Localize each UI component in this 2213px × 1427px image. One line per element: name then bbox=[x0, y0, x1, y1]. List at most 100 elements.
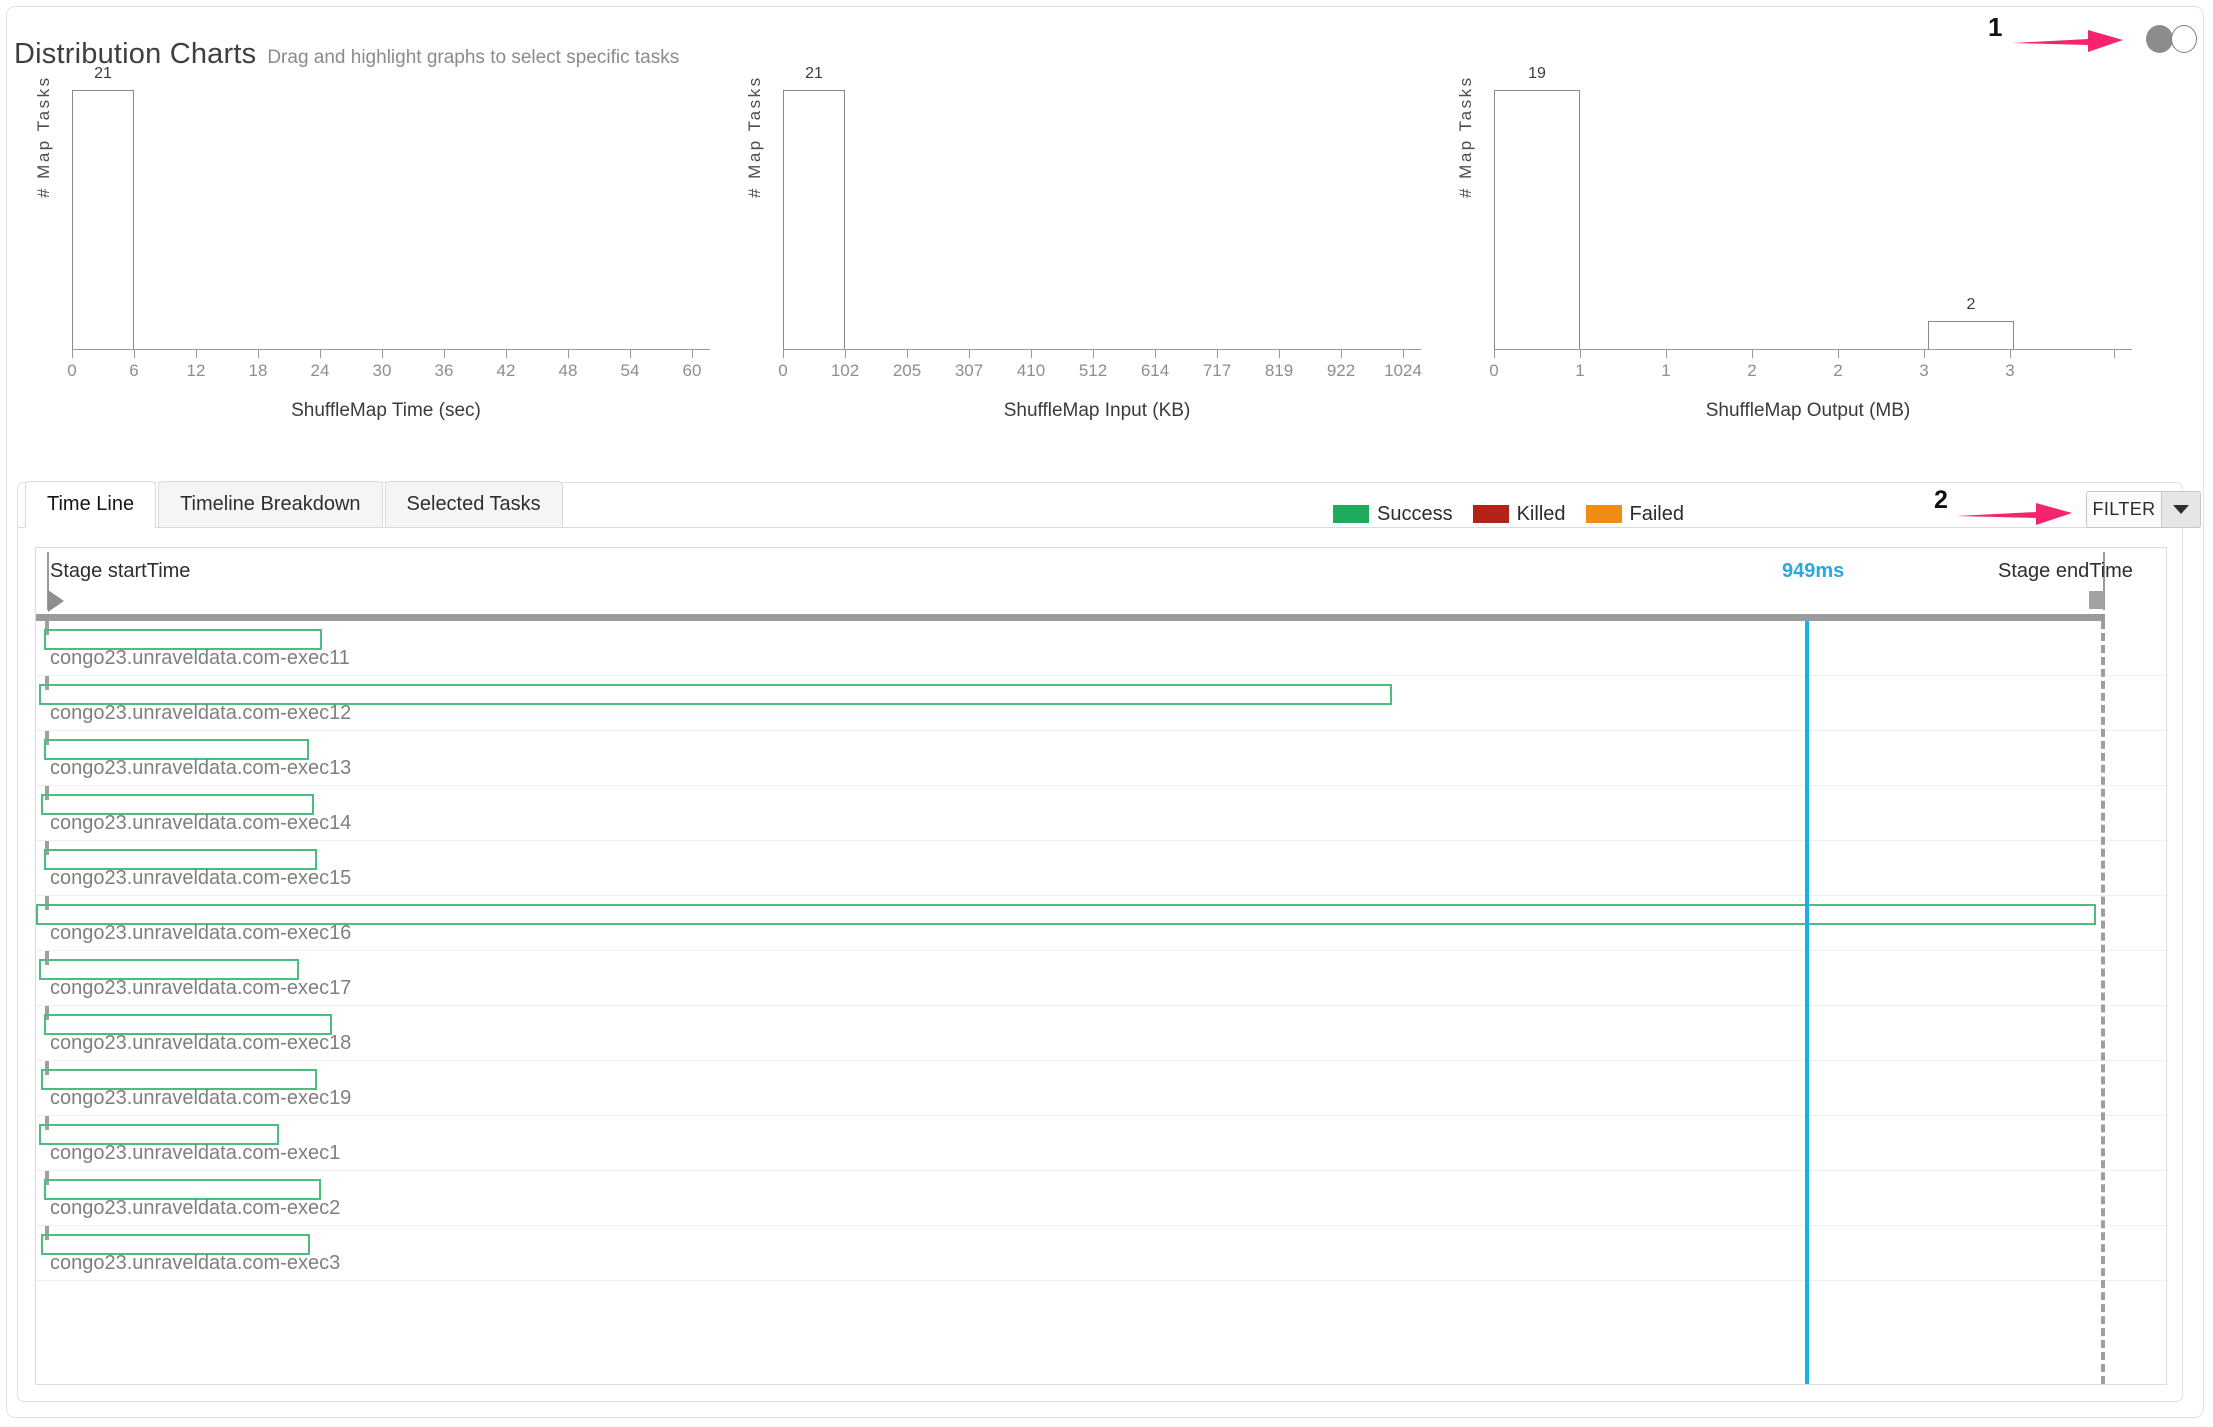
annotation-2-arrow-icon bbox=[1956, 503, 2072, 525]
executor-label: congo23.unraveldata.com-exec14 bbox=[50, 812, 352, 834]
timeline-header: Stage startTime 949ms Stage endTime bbox=[36, 548, 2166, 621]
timeline-marker-label: 949ms bbox=[1782, 560, 1845, 582]
table-row[interactable]: congo23.unraveldata.com-exec3 bbox=[36, 1226, 2168, 1281]
executor-label: congo23.unraveldata.com-exec12 bbox=[50, 702, 352, 724]
chart-0-plot[interactable]: 21 bbox=[72, 65, 692, 349]
page-subtitle: Drag and highlight graphs to select spec… bbox=[267, 47, 680, 68]
chart-0-axis bbox=[72, 349, 710, 351]
chart-1-plot[interactable]: 21 bbox=[783, 65, 1403, 349]
tabs-underline bbox=[18, 527, 2182, 528]
table-row[interactable]: congo23.unraveldata.com-exec12 bbox=[36, 676, 2168, 731]
table-row[interactable]: congo23.unraveldata.com-exec1 bbox=[36, 1116, 2168, 1171]
chart-0-tick: 30 bbox=[372, 361, 392, 380]
chart-view-toggle[interactable] bbox=[2146, 25, 2200, 53]
end-handle-icon[interactable] bbox=[2089, 591, 2104, 609]
distribution-charts-row: # Map Tasks 21 0 6 12 18 24 30 36 42 48 … bbox=[0, 65, 2213, 448]
chart-1-tick: 1024 bbox=[1384, 361, 1422, 380]
chart-0-tick: 6 bbox=[129, 361, 139, 380]
legend-swatch-success bbox=[1333, 505, 1369, 523]
executor-label: congo23.unraveldata.com-exec3 bbox=[50, 1252, 341, 1274]
executor-label: congo23.unraveldata.com-exec13 bbox=[50, 757, 352, 779]
chart-shufflemap-output[interactable]: # Map Tasks 19 2 0 1 1 2 2 3 3 ShuffleMa… bbox=[1456, 65, 2168, 448]
chart-2-tick: 1 bbox=[1575, 361, 1585, 380]
chart-0-tick: 12 bbox=[186, 361, 206, 380]
chart-0-tick: 18 bbox=[248, 361, 268, 380]
table-row[interactable]: congo23.unraveldata.com-exec16 bbox=[36, 896, 2168, 951]
chart-2-ylabel: # Map Tasks bbox=[1456, 75, 1475, 198]
table-row[interactable]: congo23.unraveldata.com-exec11 bbox=[36, 621, 2168, 676]
chart-1-tick: 102 bbox=[830, 361, 860, 380]
tab-label: Selected Tasks bbox=[406, 493, 541, 515]
legend-swatch-failed bbox=[1585, 505, 1622, 523]
table-row[interactable]: congo23.unraveldata.com-exec15 bbox=[36, 841, 2168, 896]
chart-1-tick: 819 bbox=[1264, 361, 1294, 380]
histogram-bar-value: 19 bbox=[1528, 65, 1546, 82]
filter-dropdown-button[interactable] bbox=[2162, 491, 2201, 528]
tab-time-line[interactable]: Time Line bbox=[25, 481, 157, 528]
histogram-bar[interactable]: 2 bbox=[1928, 296, 2014, 349]
chart-0-tick: 54 bbox=[620, 361, 640, 380]
chart-2-tick: 3 bbox=[1919, 361, 1929, 380]
tab-timeline-breakdown[interactable]: Timeline Breakdown bbox=[158, 481, 383, 527]
annotation-2-number: 2 bbox=[1934, 486, 1948, 514]
chart-2-tick: 2 bbox=[1747, 361, 1757, 380]
legend-item-failed: Failed bbox=[1585, 502, 1684, 526]
chart-2-plot[interactable]: 19 2 bbox=[1494, 65, 2114, 349]
executor-label: congo23.unraveldata.com-exec19 bbox=[50, 1087, 352, 1109]
chevron-down-icon bbox=[2173, 505, 2189, 514]
annotation-1-number: 1 bbox=[1988, 12, 2003, 42]
chart-2-tick: 2 bbox=[1833, 361, 1843, 380]
chart-shufflemap-input[interactable]: # Map Tasks 21 0 102 205 307 410 512 614… bbox=[745, 65, 1457, 448]
stage-start-time-label: Stage startTime bbox=[50, 560, 191, 582]
executor-label: congo23.unraveldata.com-exec18 bbox=[50, 1032, 352, 1054]
filter-button-label: FILTER bbox=[2092, 499, 2156, 519]
executor-label: congo23.unraveldata.com-exec16 bbox=[50, 922, 352, 944]
distribution-charts-page: Distribution Charts Drag and highlight g… bbox=[0, 0, 2213, 1427]
toggle-option-filled[interactable] bbox=[2146, 25, 2173, 53]
chart-2-tick: 1 bbox=[1661, 361, 1671, 380]
chart-0-xlabel: ShuffleMap Time (sec) bbox=[291, 400, 481, 421]
chart-2-tick: 3 bbox=[2005, 361, 2015, 380]
table-row[interactable]: congo23.unraveldata.com-exec19 bbox=[36, 1061, 2168, 1116]
chart-1-tick: 410 bbox=[1016, 361, 1046, 380]
table-row[interactable]: congo23.unraveldata.com-exec13 bbox=[36, 731, 2168, 786]
chart-2-xlabel: ShuffleMap Output (MB) bbox=[1705, 400, 1911, 421]
filter-button-group[interactable]: FILTER bbox=[2086, 491, 2201, 528]
timeline-scrub-rail[interactable] bbox=[36, 614, 2105, 621]
executor-label: congo23.unraveldata.com-exec17 bbox=[50, 977, 352, 999]
toggle-option-empty[interactable] bbox=[2171, 25, 2197, 53]
tab-label: Time Line bbox=[47, 493, 135, 515]
stage-end-time-label: Stage endTime bbox=[1998, 560, 2133, 582]
status-legend: Success Killed Failed bbox=[1333, 493, 1704, 535]
legend-label: Killed bbox=[1516, 502, 1566, 525]
table-row[interactable]: congo23.unraveldata.com-exec14 bbox=[36, 786, 2168, 841]
chart-1-tick: 922 bbox=[1326, 361, 1356, 380]
chart-1-tick: 307 bbox=[954, 361, 984, 380]
legend-label: Failed bbox=[1629, 502, 1684, 525]
table-row[interactable]: congo23.unraveldata.com-exec2 bbox=[36, 1171, 2168, 1226]
legend-item-killed: Killed bbox=[1472, 502, 1566, 526]
executor-label: congo23.unraveldata.com-exec2 bbox=[50, 1197, 341, 1219]
chart-0-tick: 42 bbox=[496, 361, 516, 380]
table-row[interactable]: congo23.unraveldata.com-exec18 bbox=[36, 1006, 2168, 1061]
chart-shufflemap-time[interactable]: # Map Tasks 21 0 6 12 18 24 30 36 42 48 … bbox=[34, 65, 746, 448]
play-handle-icon[interactable] bbox=[48, 590, 64, 612]
tab-selected-tasks[interactable]: Selected Tasks bbox=[384, 481, 563, 527]
timeline-canvas[interactable]: Stage startTime 949ms Stage endTime cong… bbox=[35, 547, 2168, 1385]
histogram-bar[interactable]: 21 bbox=[783, 65, 845, 349]
filter-button[interactable]: FILTER bbox=[2086, 491, 2162, 528]
page-title: Distribution Charts bbox=[14, 38, 257, 70]
chart-0-tick: 36 bbox=[434, 361, 454, 380]
annotation-1-arrow-icon bbox=[2012, 30, 2123, 52]
table-row[interactable]: congo23.unraveldata.com-exec17 bbox=[36, 951, 2168, 1006]
chart-1-ylabel: # Map Tasks bbox=[745, 75, 764, 198]
histogram-bar[interactable]: 21 bbox=[72, 65, 134, 349]
legend-item-success: Success bbox=[1333, 503, 1453, 526]
tab-bar: Time Line Timeline Breakdown Selected Ta… bbox=[25, 481, 565, 528]
chart-0-ylabel: # Map Tasks bbox=[34, 75, 53, 198]
timeline-rows[interactable]: congo23.unraveldata.com-exec11 congo23.u… bbox=[36, 621, 2168, 1384]
timeline-marker-line bbox=[1805, 621, 1809, 1384]
histogram-bar-value: 2 bbox=[1966, 296, 1976, 313]
histogram-bar[interactable]: 19 bbox=[1494, 65, 1580, 349]
legend-label: Success bbox=[1377, 502, 1453, 525]
